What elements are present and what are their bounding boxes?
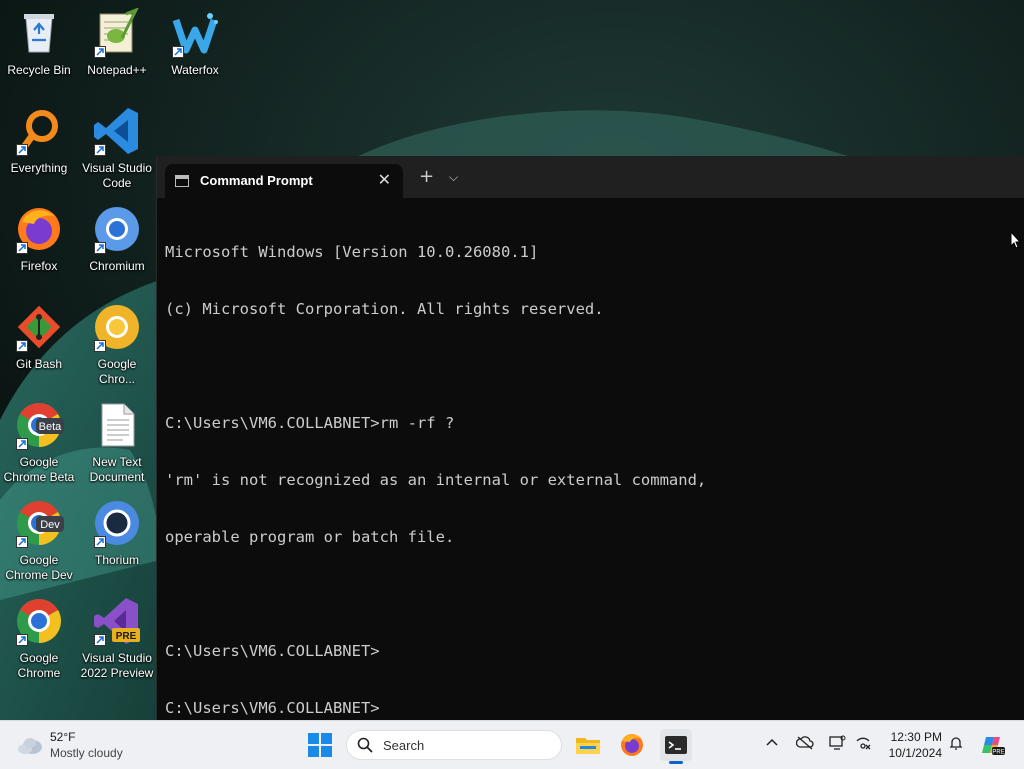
shortcut-arrow-icon [94,634,106,646]
network-icon[interactable] [854,735,874,755]
taskbar-terminal[interactable] [660,729,692,764]
chevron-up-icon[interactable] [764,735,784,755]
console-line: C:\Users\VM6.COLLABNET>rm -rf ? [165,414,455,432]
start-button[interactable] [308,733,332,757]
shortcut-arrow-icon [16,634,28,646]
close-tab-icon[interactable]: ✕ [378,170,391,189]
taskbar: 52°F Mostly cloudy Search 12:30 PM 10/1/… [0,720,1024,769]
tab-command-prompt[interactable]: Command Prompt ✕ [165,164,403,198]
desktop-icon-label: Visual Studio 2022 Preview [80,651,154,680]
desktop-icon-label: Firefox [20,259,58,273]
shortcut-arrow-icon [94,46,106,58]
desktop-icon-chromium[interactable]: Chromium [78,204,156,274]
display-icon[interactable] [828,735,848,755]
desktop-icon-label: New Text Document [89,455,145,484]
clock-date: 10/1/2024 [888,746,942,760]
shortcut-arrow-icon [16,340,28,352]
cloud-icon [18,738,42,754]
shortcut-arrow-icon [16,438,28,450]
terminal-titlebar[interactable]: Command Prompt ✕ + ⌵ [157,156,1024,198]
windows-logo-icon [308,733,332,757]
clock[interactable]: 12:30 PM 10/1/2024 [880,729,942,761]
shortcut-arrow-icon [16,144,28,156]
text-document-icon [101,403,135,447]
desktop-icon-firefox[interactable]: Firefox [0,204,78,274]
desktop-icon-label: Google Chro... [97,357,137,386]
command-prompt-icon [175,175,189,187]
terminal-icon [665,736,687,754]
shortcut-arrow-icon [172,46,184,58]
taskbar-search[interactable]: Search [346,730,562,760]
desktop-icon-new-text-document[interactable]: New Text Document [78,400,156,485]
desktop-icon-notepad-plus-plus[interactable]: Notepad++ [78,8,156,78]
desktop-icon-recycle-bin[interactable]: Recycle Bin [0,8,78,78]
svg-text:Dev: Dev [40,519,60,531]
notification-bell-icon[interactable] [948,735,968,755]
desktop-icon-label: Everything [10,161,68,175]
search-placeholder: Search [383,738,425,753]
desktop-icon-label: Google Chrome Dev [5,553,73,582]
weather-widget[interactable]: 52°F Mostly cloudy [16,729,156,763]
svg-text:PRE: PRE [992,750,1004,756]
desktop-icon-label: Visual Studio Code [82,161,152,190]
svg-text:Beta: Beta [39,421,63,433]
console-line: operable program or batch file. [165,528,455,546]
clock-time: 12:30 PM [890,730,942,744]
desktop-icon-label: Chromium [89,259,145,273]
console-line: (c) Microsoft Corporation. All rights re… [165,300,604,318]
shortcut-arrow-icon [94,340,106,352]
desktop-icon-everything[interactable]: Everything [0,106,78,176]
desktop-icon-google-chrome-dev[interactable]: Dev Google Chrome Dev [0,498,78,583]
shortcut-arrow-icon [94,536,106,548]
desktop-icon-label: Thorium [94,553,139,567]
svg-text:PRE: PRE [116,631,137,642]
tab-title: Command Prompt [200,173,313,188]
search-icon [357,737,373,753]
file-explorer-icon [576,738,600,754]
weather-desc: Mostly cloudy [50,746,123,760]
desktop-icon-waterfox[interactable]: Waterfox [156,8,234,78]
desktop-icon-thorium[interactable]: Thorium [78,498,156,568]
console-line: Microsoft Windows [Version 10.0.26080.1] [165,243,539,261]
shortcut-arrow-icon [16,536,28,548]
desktop-icon-git-bash[interactable]: Git Bash [0,302,78,372]
desktop-icon-label: Git Bash [15,357,63,371]
taskbar-firefox[interactable] [616,729,648,761]
desktop-icon-vscode[interactable]: Visual Studio Code [78,106,156,191]
desktop-icon-google-chrome-canary[interactable]: Google Chro... [78,302,156,387]
desktop-icon-google-chrome[interactable]: Google Chrome [0,596,78,681]
desktop-icon-label: Notepad++ [87,63,147,77]
terminal-window[interactable]: Command Prompt ✕ + ⌵ Microsoft Windows [… [156,156,1024,720]
taskbar-file-explorer[interactable] [572,729,604,761]
shortcut-arrow-icon [94,144,106,156]
desktop-icon-label: Google Chrome [17,651,61,680]
new-tab-button[interactable]: + [419,168,434,186]
cloud-offline-icon[interactable] [795,735,816,755]
desktop-icon-visual-studio-preview[interactable]: PRE Visual Studio 2022 Preview [78,596,156,681]
desktop-icon-label: Recycle Bin [7,63,71,77]
console-line: C:\Users\VM6.COLLABNET> [165,699,380,717]
copilot-icon[interactable]: PRE [980,733,1006,757]
console-output[interactable]: Microsoft Windows [Version 10.0.26080.1]… [165,205,1015,717]
console-line: 'rm' is not recognized as an internal or… [165,471,707,489]
chevron-down-icon[interactable]: ⌵ [449,170,458,185]
console-line: C:\Users\VM6.COLLABNET> [165,642,380,660]
shortcut-arrow-icon [94,242,106,254]
desktop-icon-label: Waterfox [171,63,219,77]
firefox-icon [621,734,643,756]
mouse-pointer-icon [1010,230,1022,253]
shortcut-arrow-icon [16,242,28,254]
weather-temp: 52°F [50,730,76,744]
desktop-icon-google-chrome-beta[interactable]: Beta Google Chrome Beta [0,400,78,485]
active-app-indicator [669,761,683,764]
desktop-icon-label: Google Chrome Beta [3,455,75,484]
recycle-bin-icon [24,14,54,53]
